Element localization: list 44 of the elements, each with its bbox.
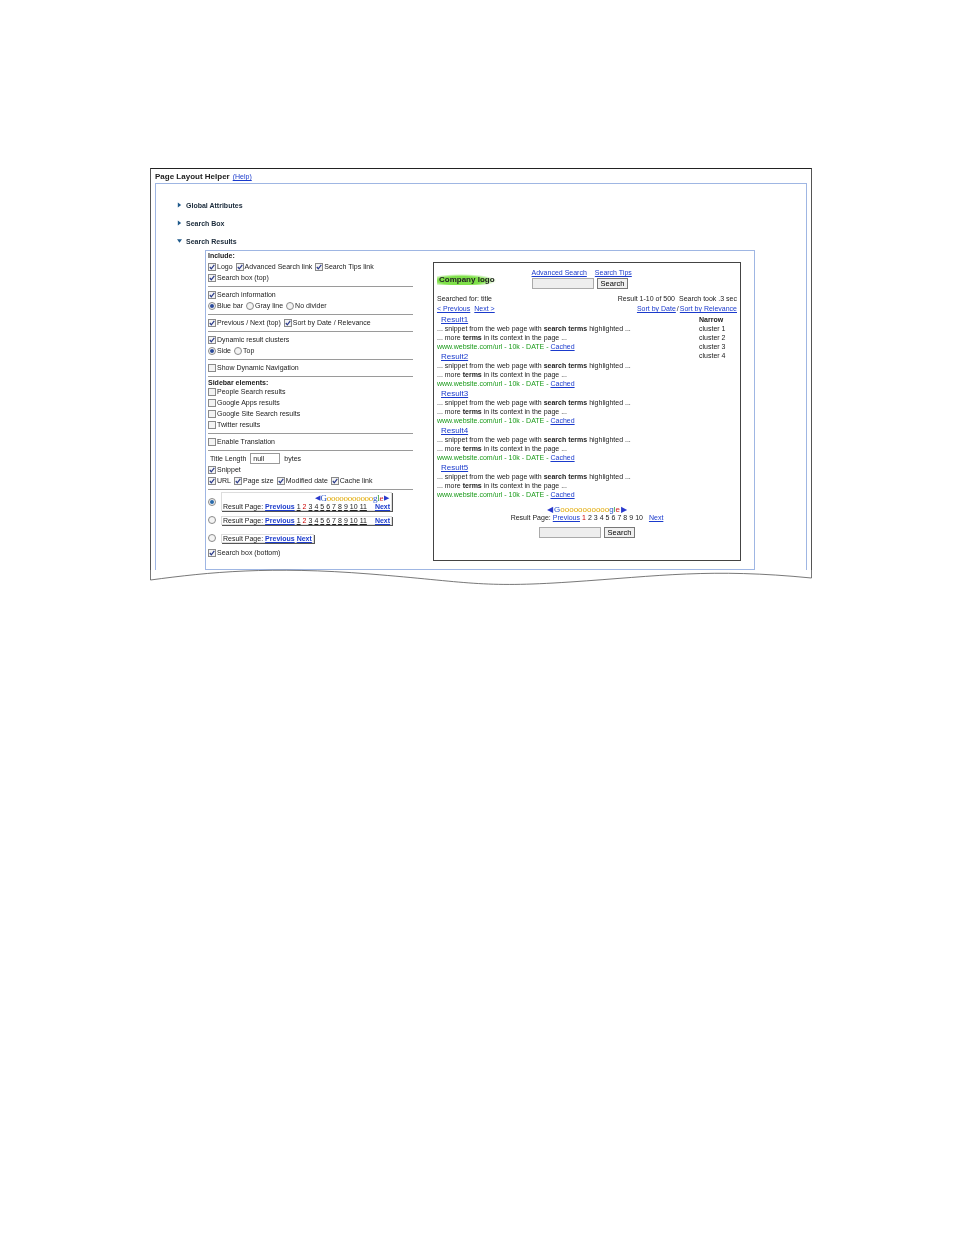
triangle-icon[interactable]: [177, 238, 182, 244]
checkbox[interactable]: [208, 398, 216, 407]
checkbox[interactable]: [208, 548, 216, 557]
checkbox[interactable]: [315, 262, 324, 271]
radio-button[interactable]: [286, 301, 295, 310]
company-logo: Company logo: [437, 273, 497, 285]
triangle-icon[interactable]: [177, 220, 182, 226]
pager-logo: Gooooooooooogle: [320, 493, 384, 503]
checkbox[interactable]: [235, 262, 244, 271]
checkbox[interactable]: [208, 318, 216, 327]
checkbox[interactable]: [208, 290, 216, 299]
result-title-link[interactable]: Result4: [441, 426, 699, 435]
radio-button[interactable]: [234, 346, 242, 355]
radio-button[interactable]: [208, 346, 216, 355]
triangle-icon[interactable]: [177, 202, 182, 208]
pager-logo: Gooooooooooogle: [554, 505, 620, 514]
result-title-link[interactable]: Result5: [441, 463, 699, 472]
search-field[interactable]: [531, 278, 594, 289]
result-title-link[interactable]: Result2: [441, 352, 699, 361]
arrow-right-icon: ▶: [620, 505, 627, 514]
checkbox[interactable]: [283, 318, 292, 327]
panel-title: Page Layout Helper: [155, 172, 230, 181]
result-title-link[interactable]: Result3: [441, 389, 699, 398]
checkbox[interactable]: [208, 363, 216, 372]
result-title-link[interactable]: Result1: [441, 315, 699, 324]
checkbox[interactable]: [208, 273, 216, 282]
checkbox[interactable]: [276, 476, 285, 485]
checkbox[interactable]: [208, 335, 216, 344]
arrow-left-icon: ◀: [547, 505, 554, 514]
radio-button[interactable]: [208, 516, 216, 524]
checkbox[interactable]: [208, 420, 216, 429]
radio-button[interactable]: [208, 497, 216, 506]
checkbox[interactable]: [208, 409, 216, 418]
checkbox[interactable]: [208, 465, 216, 474]
checkbox[interactable]: [330, 476, 339, 485]
search-field[interactable]: [538, 527, 601, 538]
checkbox[interactable]: [208, 387, 216, 396]
checkbox[interactable]: [208, 476, 216, 485]
radio-button[interactable]: [208, 301, 216, 310]
radio-button[interactable]: [208, 534, 216, 542]
checkbox[interactable]: [234, 476, 242, 485]
checkbox[interactable]: [208, 437, 216, 446]
radio-button[interactable]: [246, 301, 255, 310]
checkbox[interactable]: [208, 262, 216, 271]
